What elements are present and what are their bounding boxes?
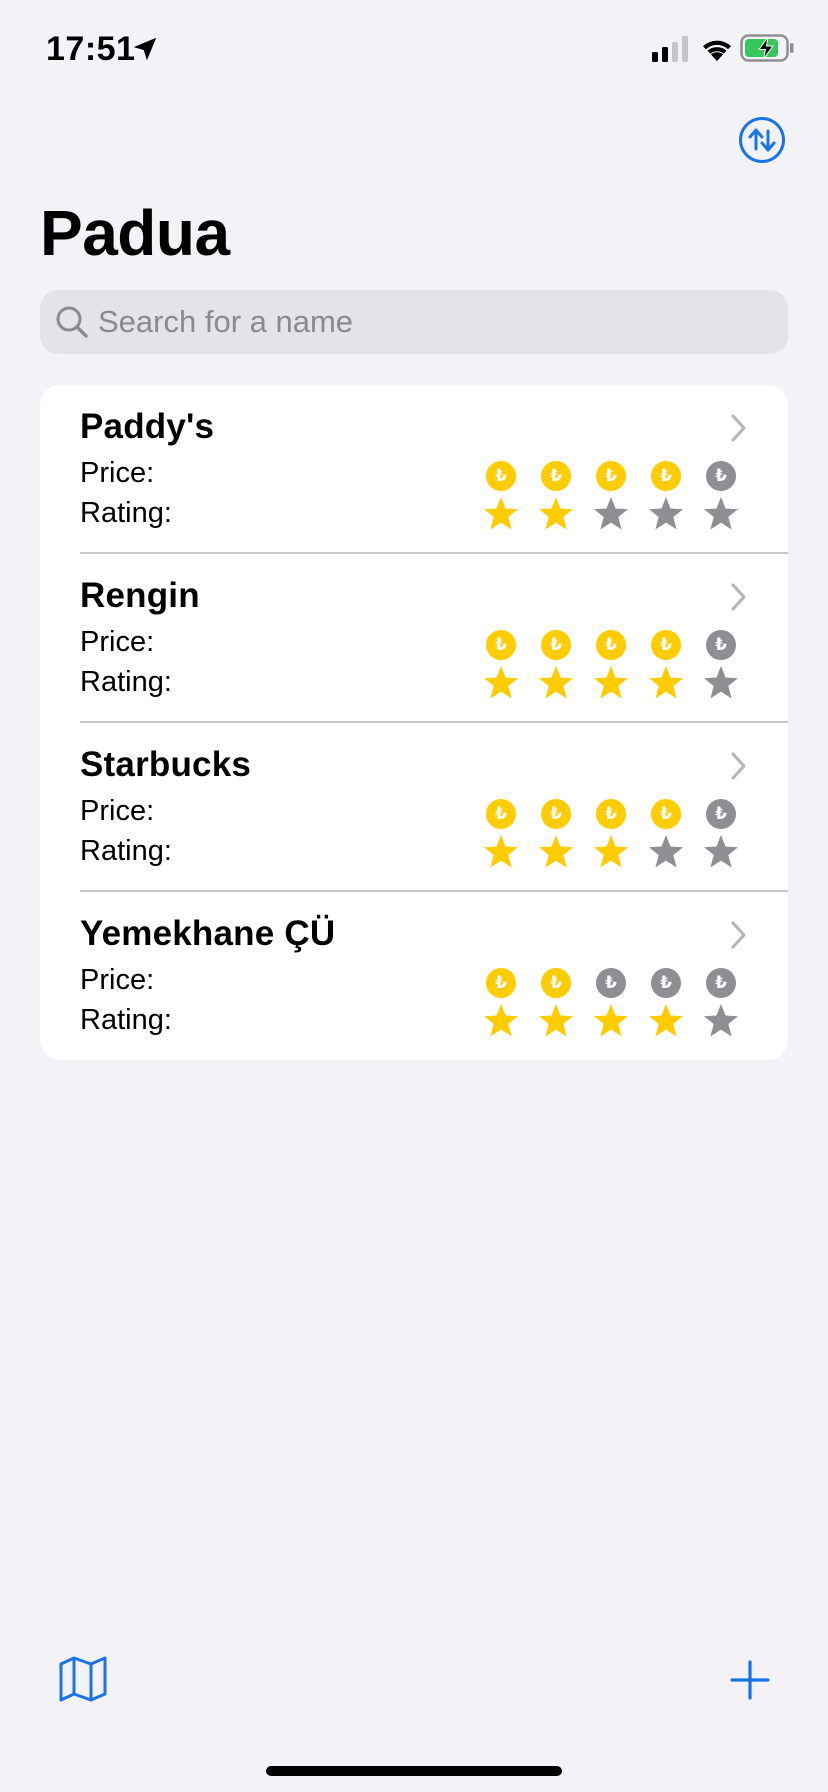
search-bar[interactable] [40,290,788,354]
lira-coin-icon: ₺ [596,461,626,491]
location-arrow-icon [133,37,157,61]
star-icon [649,835,683,868]
lira-coin-icon: ₺ [706,461,736,491]
rating-indicator [484,495,786,535]
place-name: Yemekhane ÇÜ [80,914,336,953]
lira-coin-icon: ₺ [706,630,736,660]
cellular-signal-icon [652,36,688,62]
price-label: Price: [80,964,155,996]
lira-coin-icon: ₺ [596,630,626,660]
rating-indicator [484,664,786,704]
star-icon [484,497,518,530]
list-item[interactable]: Rengin Price: Rating: ₺ ₺ ₺ ₺ ₺ [40,554,788,723]
star-icon [649,666,683,699]
list-item[interactable]: Paddy's Price: Rating: ₺ ₺ ₺ ₺ ₺ [40,385,788,554]
status-time: 17:51 [46,30,136,68]
chevron-right-icon [731,921,746,949]
star-icon [594,497,628,530]
search-icon [56,306,88,338]
rating-indicator [484,833,786,873]
star-icon [594,1004,628,1037]
price-indicator: ₺ ₺ ₺ ₺ ₺ [486,457,786,497]
place-name: Paddy's [80,407,215,446]
star-icon [704,1004,738,1037]
lira-coin-icon: ₺ [651,630,681,660]
add-button[interactable] [730,1660,770,1700]
map-icon[interactable] [58,1656,108,1702]
lira-coin-icon: ₺ [486,799,516,829]
lira-coin-icon: ₺ [541,968,571,998]
star-icon [539,497,573,530]
lira-coin-icon: ₺ [541,461,571,491]
lira-coin-icon: ₺ [596,968,626,998]
price-indicator: ₺ ₺ ₺ ₺ ₺ [486,964,786,1004]
lira-coin-icon: ₺ [706,968,736,998]
price-label: Price: [80,626,155,658]
list-item[interactable]: Starbucks Price: Rating: ₺ ₺ ₺ ₺ ₺ [40,723,788,892]
list-item[interactable]: Yemekhane ÇÜ Price: Rating: ₺ ₺ ₺ ₺ ₺ [40,892,788,1060]
lira-coin-icon: ₺ [486,968,516,998]
lira-coin-icon: ₺ [651,461,681,491]
star-icon [539,835,573,868]
lira-coin-icon: ₺ [706,799,736,829]
lira-coin-icon: ₺ [596,799,626,829]
lira-coin-icon: ₺ [486,461,516,491]
star-icon [484,1004,518,1037]
battery-charging-icon [740,34,794,62]
star-icon [704,835,738,868]
lira-coin-icon: ₺ [651,968,681,998]
status-bar: 17:51 [0,0,828,100]
star-icon [539,1004,573,1037]
price-indicator: ₺ ₺ ₺ ₺ ₺ [486,626,786,666]
lira-coin-icon: ₺ [651,799,681,829]
star-icon [539,666,573,699]
rating-label: Rating: [80,497,172,529]
star-icon [649,497,683,530]
chevron-right-icon [731,752,746,780]
star-icon [594,666,628,699]
home-indicator [266,1766,562,1776]
place-name: Rengin [80,576,200,615]
star-icon [484,835,518,868]
price-indicator: ₺ ₺ ₺ ₺ ₺ [486,795,786,835]
sort-button[interactable] [738,116,786,164]
wifi-icon [703,40,731,61]
place-name: Starbucks [80,745,252,784]
star-icon [704,497,738,530]
chevron-right-icon [731,583,746,611]
page-title: Padua [40,197,230,269]
star-icon [704,666,738,699]
rating-label: Rating: [80,1004,172,1036]
lira-coin-icon: ₺ [541,630,571,660]
places-list: Paddy's Price: Rating: ₺ ₺ ₺ ₺ ₺ Rengin Price: Rat… [40,385,788,1060]
price-label: Price: [80,457,155,489]
star-icon [484,666,518,699]
price-label: Price: [80,795,155,827]
rating-label: Rating: [80,835,172,867]
star-icon [649,1004,683,1037]
lira-coin-icon: ₺ [486,630,516,660]
rating-label: Rating: [80,666,172,698]
star-icon [594,835,628,868]
rating-indicator [484,1002,786,1042]
lira-coin-icon: ₺ [541,799,571,829]
search-input[interactable] [98,290,758,354]
chevron-right-icon [731,414,746,442]
